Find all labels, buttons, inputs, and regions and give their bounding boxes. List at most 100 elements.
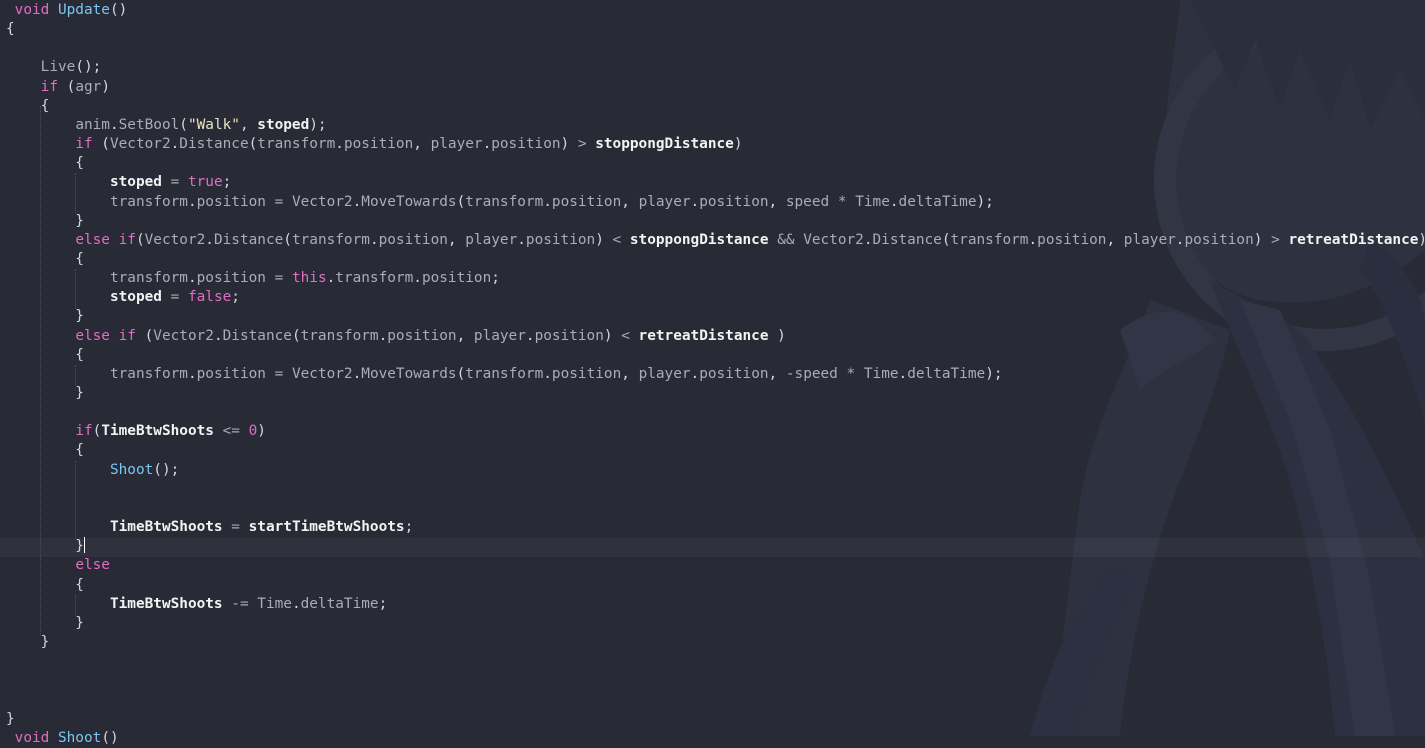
code-token: position <box>387 327 457 344</box>
code-line[interactable]: if (agr) <box>6 78 110 97</box>
code-token: Update <box>57 2 110 18</box>
code-token: . <box>187 270 197 287</box>
code-line[interactable]: transform.position = this.transform.posi… <box>6 269 500 288</box>
code-token: startTimeBtwShoots <box>248 519 405 536</box>
code-token: . <box>291 595 301 612</box>
code-line[interactable]: } <box>6 710 15 729</box>
code-line[interactable]: else if (Vector2.Distance(transform.posi… <box>6 327 786 346</box>
code-line[interactable]: { <box>6 441 84 460</box>
code-line[interactable]: void Update() <box>6 1 128 20</box>
code-token: Vector2 <box>144 231 206 248</box>
code-token: Time <box>863 365 899 382</box>
code-token: position <box>1184 231 1254 248</box>
code-token: = <box>170 174 180 191</box>
code-token: MoveTowards <box>361 365 457 382</box>
code-line[interactable]: { <box>6 346 84 365</box>
code-token: deltaTime <box>898 193 977 210</box>
code-token: () <box>109 2 128 18</box>
code-editor[interactable]: void Update(){ Live(); if (agr) { anim.S… <box>0 0 1425 746</box>
code-token: = <box>274 193 284 210</box>
code-token: deltaTime <box>300 595 379 612</box>
code-token: && <box>777 231 795 248</box>
code-token: player <box>1123 231 1176 248</box>
code-line[interactable]: anim.SetBool("Walk", stoped); <box>6 116 327 135</box>
code-token: transform <box>109 270 188 287</box>
text-caret <box>83 537 85 554</box>
code-token: ( <box>291 327 301 344</box>
code-token: ( <box>135 327 154 344</box>
code-token: , <box>413 136 431 153</box>
code-line[interactable]: stoped = false; <box>6 288 240 307</box>
code-line[interactable]: else if(Vector2.Distance(transform.posit… <box>6 231 1425 250</box>
code-token: TimeBtwShoots <box>109 519 223 536</box>
code-line[interactable]: TimeBtwShoots = startTimeBtwShoots; <box>6 518 413 537</box>
code-token: else if <box>75 327 136 344</box>
code-line[interactable]: { <box>6 97 50 116</box>
code-line[interactable]: { <box>6 20 15 39</box>
code-token: - <box>785 365 795 382</box>
code-token: position <box>551 365 622 382</box>
code-line[interactable]: } <box>6 307 84 326</box>
code-token: ( <box>456 193 466 210</box>
code-token: retreatDistance <box>638 327 769 344</box>
code-line[interactable]: transform.position = Vector2.MoveTowards… <box>6 365 1003 384</box>
code-token: position <box>491 136 561 153</box>
code-line[interactable]: { <box>6 250 84 269</box>
code-line[interactable]: Live(); <box>6 58 102 77</box>
code-token: else if <box>75 231 136 248</box>
code-line[interactable]: } <box>6 614 84 633</box>
code-token: ) <box>603 327 622 344</box>
code-token: ) <box>1418 232 1425 248</box>
code-token: { <box>6 97 50 114</box>
code-token: ; <box>378 595 388 612</box>
code-token: (); <box>75 59 102 76</box>
code-token: ( <box>941 231 951 248</box>
code-token: . <box>187 193 197 210</box>
code-token: transform <box>291 231 370 248</box>
code-line[interactable]: if(TimeBtwShoots <= 0) <box>6 422 266 441</box>
current-line-highlight <box>0 538 1425 557</box>
code-line[interactable]: TimeBtwShoots -= Time.deltaTime; <box>6 595 387 614</box>
code-token: position <box>1037 231 1107 248</box>
code-line[interactable]: stoped = true; <box>6 173 231 192</box>
code-line[interactable]: transform.position = Vector2.MoveTowards… <box>6 193 994 212</box>
code-token: . <box>543 193 552 210</box>
code-token: . <box>482 136 492 153</box>
code-token: } <box>6 633 50 650</box>
code-line[interactable]: if (Vector2.Distance(transform.position,… <box>6 135 742 154</box>
code-token: agr <box>75 78 102 95</box>
code-line[interactable]: } <box>6 384 84 403</box>
code-line[interactable]: { <box>6 154 84 173</box>
code-token: SetBool <box>118 116 180 133</box>
code-line[interactable]: } <box>6 633 50 652</box>
code-line[interactable]: } <box>6 537 85 556</box>
code-line[interactable]: { <box>6 576 84 595</box>
code-token: = <box>231 519 240 536</box>
code-token: this <box>291 270 327 287</box>
code-token: , <box>239 116 258 133</box>
code-token: ( <box>456 365 466 382</box>
code-token: . <box>187 365 197 382</box>
code-line[interactable]: } <box>6 212 84 231</box>
code-token: . <box>352 365 362 382</box>
code-token: Distance <box>872 231 942 248</box>
code-token: ; <box>491 270 500 287</box>
code-token: { <box>6 346 84 363</box>
code-line[interactable]: Shoot(); <box>6 461 179 480</box>
code-token: transform <box>300 327 379 344</box>
code-token: ); <box>309 116 327 133</box>
code-token: { <box>6 576 84 593</box>
code-token: retreatDistance <box>1288 231 1419 248</box>
code-token: TimeBtwShoots <box>101 423 214 440</box>
code-token: stoppongDistance <box>595 136 734 153</box>
code-line[interactable]: void Shoot() <box>6 729 119 748</box>
code-token: ); <box>976 193 994 210</box>
code-line[interactable]: else <box>6 556 110 575</box>
